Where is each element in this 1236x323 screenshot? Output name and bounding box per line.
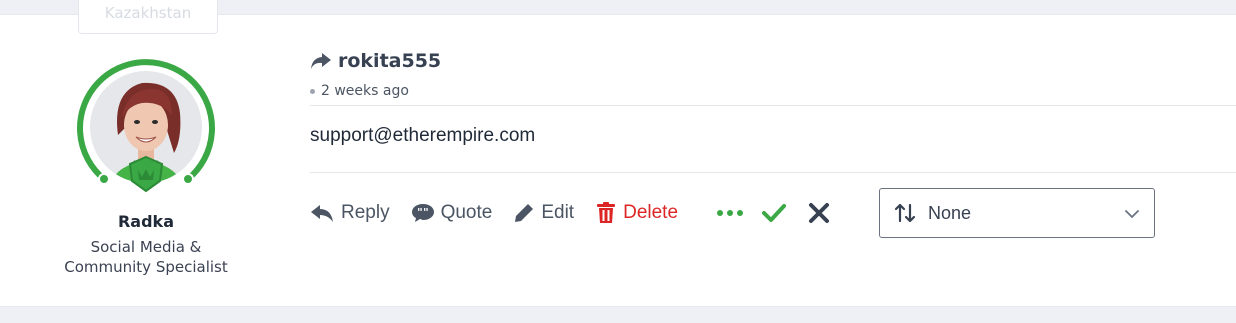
sort-select[interactable]: None — [879, 188, 1155, 238]
post-content: rokita555 2 weeks ago support@etherempir… — [310, 15, 1236, 308]
post-actions: Reply " " Quote Edit Delete — [310, 198, 830, 228]
delete-label: Delete — [623, 202, 679, 223]
post-header: rokita555 — [310, 48, 441, 74]
svg-text:": " — [423, 206, 429, 219]
quote-button[interactable]: " " Quote — [411, 202, 493, 224]
post-timestamp-row: 2 weeks ago — [310, 83, 409, 99]
divider — [310, 105, 1236, 106]
previous-post-fragment-text: Kazakhstan — [104, 4, 192, 22]
chevron-down-icon — [1125, 210, 1139, 218]
author-panel: Radka Social Media & Community Specialis… — [40, 15, 252, 308]
bottom-background — [0, 307, 1236, 323]
post-timestamp[interactable]: 2 weeks ago — [321, 83, 409, 99]
svg-text:": " — [417, 206, 423, 219]
delete-button[interactable]: Delete — [596, 202, 678, 224]
author-role: Social Media & Community Specialist — [40, 237, 252, 277]
approve-button[interactable] — [762, 203, 787, 223]
ellipsis-icon — [717, 210, 744, 216]
reply-icon — [311, 205, 333, 222]
author-name[interactable]: Radka — [40, 212, 252, 231]
reply-label: Reply — [341, 202, 390, 223]
share-arrow-icon — [310, 52, 332, 70]
previous-post-fragment: Kazakhstan — [78, 0, 218, 34]
post-body: support@etherempire.com — [310, 125, 536, 146]
reject-button[interactable] — [808, 202, 830, 224]
author-role-line2: Community Specialist — [64, 258, 228, 276]
quote-bubble-icon: " " — [411, 204, 434, 222]
reply-button[interactable]: Reply — [310, 202, 390, 224]
pencil-icon — [515, 204, 534, 222]
edit-button[interactable]: Edit — [514, 202, 574, 224]
author-role-line1: Social Media & — [90, 238, 202, 256]
check-icon — [762, 204, 787, 222]
avatar-image — [77, 59, 215, 193]
quote-label: Quote — [440, 202, 493, 223]
sort-arrows-icon — [894, 203, 916, 223]
reply-to-username[interactable]: rokita555 — [338, 50, 441, 72]
edit-label: Edit — [541, 202, 575, 223]
sort-select-value: None — [928, 202, 972, 223]
avatar[interactable] — [76, 57, 216, 197]
x-icon — [809, 203, 830, 223]
post-card: Radka Social Media & Community Specialis… — [0, 14, 1236, 307]
trash-icon — [597, 202, 616, 223]
divider — [310, 172, 1236, 173]
more-options-button[interactable] — [716, 209, 744, 217]
bullet-icon — [310, 88, 315, 94]
forum-post-page: Kazakhstan Radka Social Media & Communit… — [0, 0, 1236, 323]
